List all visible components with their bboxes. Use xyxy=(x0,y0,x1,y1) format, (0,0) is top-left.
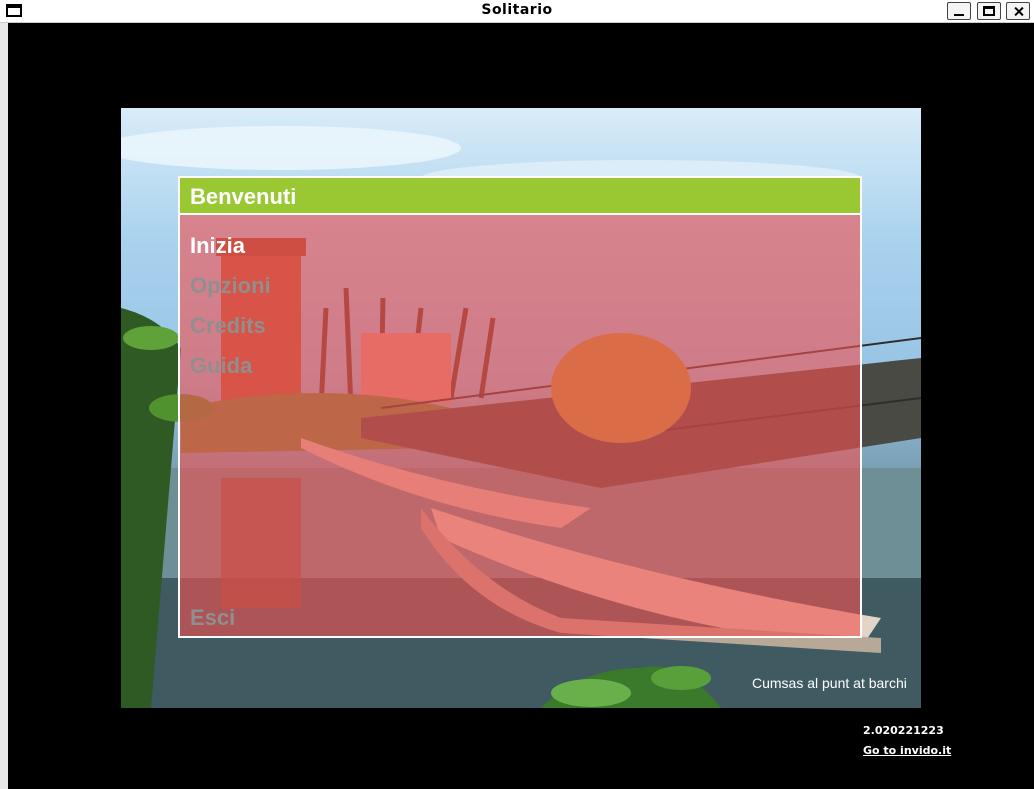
menu-item-credits[interactable]: Credits xyxy=(190,313,266,339)
photo-caption: Cumsas al punt at barchi xyxy=(752,675,907,691)
game-canvas: Benvenuti Inizia Opzioni Credits Guida E… xyxy=(8,23,1034,789)
menu-item-guida[interactable]: Guida xyxy=(190,353,252,379)
version-label: 2.020221223 xyxy=(863,724,944,737)
close-icon[interactable] xyxy=(1006,2,1030,20)
menu-header: Benvenuti xyxy=(180,178,860,215)
menu-item-opzioni[interactable]: Opzioni xyxy=(190,273,271,299)
minimize-icon[interactable] xyxy=(947,2,971,20)
menu-item-inizia[interactable]: Inizia xyxy=(190,233,245,259)
menu-item-esci[interactable]: Esci xyxy=(190,605,235,631)
desktop-edge xyxy=(0,23,8,789)
maximize-icon[interactable] xyxy=(977,2,1001,20)
window-title: Solitario xyxy=(481,2,553,18)
website-link[interactable]: Go to invido.it xyxy=(863,744,951,757)
window-titlebar[interactable]: Solitario xyxy=(0,0,1034,23)
main-menu-panel: Benvenuti Inizia Opzioni Credits Guida E… xyxy=(178,176,862,638)
menu-header-title: Benvenuti xyxy=(190,184,297,209)
